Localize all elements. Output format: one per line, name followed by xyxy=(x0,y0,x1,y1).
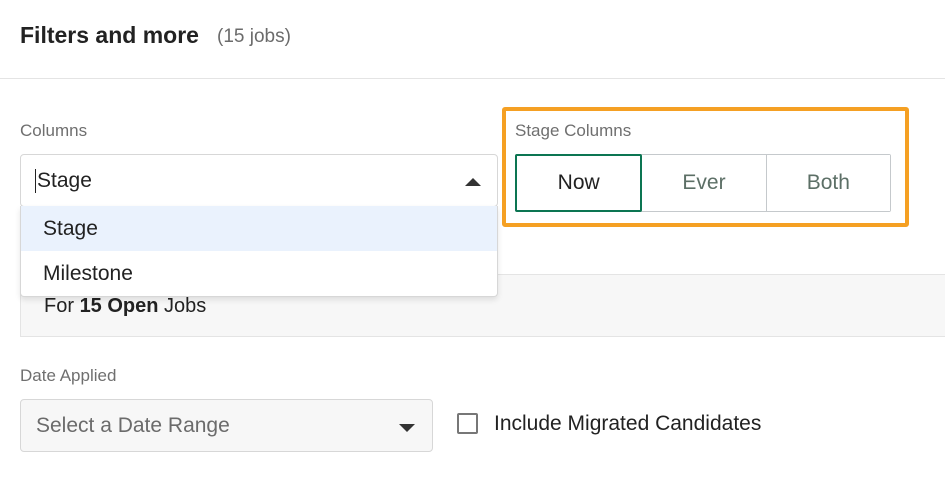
include-migrated-label[interactable]: Include Migrated Candidates xyxy=(494,412,761,436)
job-count: (15 jobs) xyxy=(217,26,291,47)
stage-columns-now-button[interactable]: Now xyxy=(515,154,643,212)
chevron-up-icon[interactable] xyxy=(465,178,481,186)
columns-select[interactable]: Stage xyxy=(20,154,498,207)
stage-columns-ever-button[interactable]: Ever xyxy=(642,155,767,211)
filters-header: Filters and more (15 jobs) xyxy=(0,0,945,79)
columns-option-stage[interactable]: Stage xyxy=(21,206,497,251)
include-migrated-checkbox[interactable] xyxy=(457,413,478,434)
stage-columns-toggle: Now Ever Both xyxy=(515,154,891,212)
columns-option-milestone[interactable]: Milestone xyxy=(21,251,497,296)
jobs-info-text: For 15 Open Jobs xyxy=(44,295,206,318)
columns-select-value[interactable]: Stage xyxy=(37,169,92,193)
stage-columns-label: Stage Columns xyxy=(515,121,632,140)
date-applied-label: Date Applied xyxy=(20,366,117,385)
info-open-count: 15 Open xyxy=(79,295,159,317)
stage-columns-both-button[interactable]: Both xyxy=(766,155,890,211)
chevron-down-icon[interactable] xyxy=(399,424,415,432)
info-prefix: For xyxy=(44,295,74,317)
date-range-placeholder[interactable]: Select a Date Range xyxy=(36,414,230,438)
text-cursor xyxy=(35,169,36,193)
columns-dropdown-menu: Stage Milestone xyxy=(20,206,498,297)
page-title: Filters and more xyxy=(20,22,199,48)
columns-label: Columns xyxy=(20,121,88,140)
info-suffix: Jobs xyxy=(164,295,207,317)
date-range-select[interactable]: Select a Date Range xyxy=(20,399,433,452)
